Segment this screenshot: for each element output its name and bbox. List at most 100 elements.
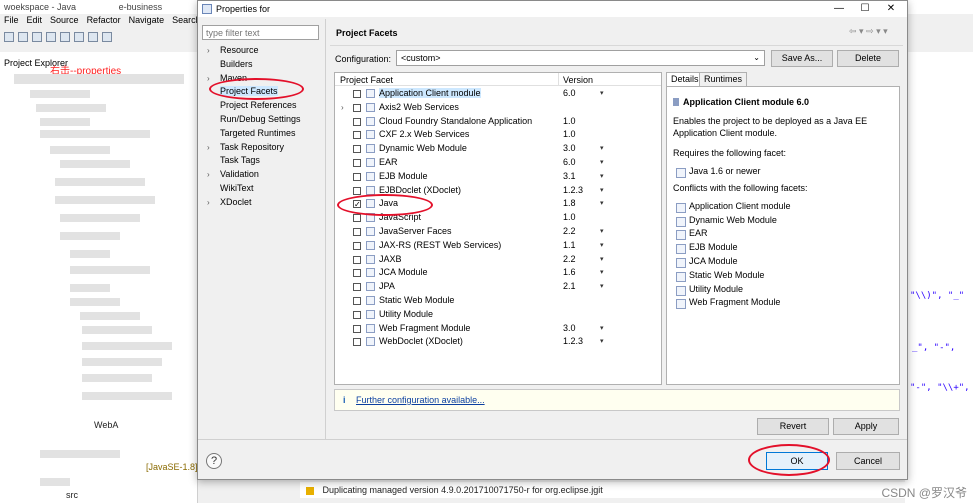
- version-dropdown-icon[interactable]: ▾: [600, 322, 604, 336]
- chevron-right-icon[interactable]: ›: [207, 44, 210, 58]
- cancel-button[interactable]: Cancel: [836, 452, 900, 470]
- facet-version[interactable]: 3.0: [563, 322, 576, 336]
- menu-navigate[interactable]: Navigate: [129, 15, 165, 27]
- facet-checkbox[interactable]: [353, 338, 361, 347]
- facet-version[interactable]: 1.6: [563, 266, 576, 280]
- filter-input[interactable]: [203, 26, 318, 39]
- facet-row[interactable]: Dynamic Web Module 3.0 ▾: [335, 142, 661, 156]
- version-dropdown-icon[interactable]: ▾: [600, 253, 604, 267]
- help-icon[interactable]: ?: [206, 453, 222, 469]
- facet-version[interactable]: 2.2: [563, 225, 576, 239]
- facet-version[interactable]: 3.0: [563, 142, 576, 156]
- version-dropdown-icon[interactable]: ▾: [600, 239, 604, 253]
- tab-details[interactable]: Details: [666, 72, 704, 86]
- column-divider[interactable]: [558, 73, 559, 86]
- facet-checkbox[interactable]: [353, 103, 361, 112]
- facet-row[interactable]: JAXB 2.2 ▾: [335, 253, 661, 267]
- version-dropdown-icon[interactable]: ▾: [600, 184, 604, 198]
- save-icon[interactable]: [18, 32, 28, 42]
- close-button[interactable]: ✕: [878, 1, 904, 17]
- configuration-select[interactable]: <custom> ⌄: [396, 50, 765, 66]
- facet-version[interactable]: 1.0: [563, 128, 576, 142]
- facet-checkbox[interactable]: [353, 297, 361, 305]
- menu-source[interactable]: Source: [50, 15, 79, 27]
- run-icon[interactable]: [74, 32, 84, 42]
- nav-item-task-repository[interactable]: › Task Repository: [202, 141, 322, 155]
- facet-checkbox[interactable]: [353, 241, 361, 250]
- facet-checkbox[interactable]: [353, 186, 361, 195]
- version-dropdown-icon[interactable]: ▾: [600, 170, 604, 184]
- debug-icon[interactable]: [60, 32, 70, 42]
- revert-button[interactable]: Revert: [757, 418, 829, 435]
- menu-refactor[interactable]: Refactor: [87, 15, 121, 27]
- facet-checkbox[interactable]: [353, 117, 361, 126]
- history-nav-icons[interactable]: ⇦ ▾ ⇨ ▾ ▾: [849, 26, 888, 37]
- facet-version[interactable]: 6.0: [563, 156, 576, 170]
- facet-row[interactable]: Application Client module 6.0 ▾: [335, 87, 661, 101]
- nav-item-wikitext[interactable]: WikiText: [202, 182, 322, 196]
- server-icon[interactable]: [88, 32, 98, 42]
- apply-button[interactable]: Apply: [833, 418, 899, 435]
- facet-checkbox[interactable]: [353, 145, 361, 154]
- chevron-right-icon[interactable]: ›: [207, 141, 210, 155]
- facet-checkbox[interactable]: [353, 324, 361, 333]
- facet-row[interactable]: Utility Module: [335, 308, 661, 322]
- stop-icon[interactable]: [102, 32, 112, 42]
- facet-row[interactable]: JavaServer Faces 2.2 ▾: [335, 225, 661, 239]
- facet-checkbox[interactable]: [353, 283, 361, 292]
- facet-checkbox[interactable]: [353, 131, 361, 140]
- facet-version[interactable]: 2.2: [563, 253, 576, 267]
- facet-row[interactable]: JCA Module 1.6 ▾: [335, 266, 661, 280]
- new-icon[interactable]: [4, 32, 14, 42]
- facet-version[interactable]: 1.0: [563, 211, 576, 225]
- menu-edit[interactable]: Edit: [27, 15, 43, 27]
- facet-row[interactable]: JAX-RS (REST Web Services) 1.1 ▾: [335, 239, 661, 253]
- column-project-facet[interactable]: Project Facet: [340, 75, 393, 85]
- menu-file[interactable]: File: [4, 15, 19, 27]
- version-dropdown-icon[interactable]: ▾: [600, 197, 604, 211]
- facet-checkbox[interactable]: [353, 90, 361, 98]
- facet-row[interactable]: Web Fragment Module 3.0 ▾: [335, 322, 661, 336]
- print-icon[interactable]: [32, 32, 42, 42]
- chevron-right-icon[interactable]: ›: [207, 168, 210, 182]
- version-dropdown-icon[interactable]: ▾: [600, 156, 604, 170]
- nav-item-xdoclet[interactable]: › XDoclet: [202, 196, 322, 210]
- facet-version[interactable]: 3.1: [563, 170, 576, 184]
- tree-item-src[interactable]: src: [66, 490, 78, 500]
- version-dropdown-icon[interactable]: ▾: [600, 87, 604, 101]
- facet-checkbox[interactable]: [353, 310, 361, 319]
- facet-version[interactable]: 1.2.3: [563, 184, 583, 198]
- delete-button[interactable]: Delete: [837, 50, 899, 67]
- facet-row[interactable]: CXF 2.x Web Services 1.0: [335, 128, 661, 142]
- nav-item-targeted-runtimes[interactable]: Targeted Runtimes: [202, 127, 322, 141]
- tree-item-weba[interactable]: WebA: [94, 420, 118, 430]
- facet-version[interactable]: 6.0: [563, 87, 576, 101]
- facet-row[interactable]: WebDoclet (XDoclet) 1.2.3 ▾: [335, 335, 661, 349]
- facet-row[interactable]: › Axis2 Web Services: [335, 101, 661, 115]
- chevron-right-icon[interactable]: ›: [207, 72, 210, 86]
- maximize-button[interactable]: ☐: [852, 1, 878, 17]
- facet-checkbox[interactable]: [353, 159, 361, 167]
- facet-checkbox[interactable]: [353, 255, 361, 264]
- facet-checkbox[interactable]: [353, 228, 361, 236]
- chevron-right-icon[interactable]: ›: [341, 101, 344, 115]
- version-dropdown-icon[interactable]: ▾: [600, 142, 604, 156]
- nav-item-run-debug-settings[interactable]: Run/Debug Settings: [202, 113, 322, 127]
- further-configuration-link[interactable]: Further configuration available...: [356, 395, 485, 405]
- facet-version[interactable]: 1.8: [563, 197, 576, 211]
- facet-checkbox[interactable]: [353, 172, 361, 181]
- facet-version[interactable]: 1.2.3: [563, 335, 583, 349]
- terminal-icon[interactable]: [46, 32, 56, 42]
- version-dropdown-icon[interactable]: ▾: [600, 225, 604, 239]
- facet-version[interactable]: 1.1: [563, 239, 576, 253]
- facet-version[interactable]: 1.0: [563, 115, 576, 129]
- nav-item-task-tags[interactable]: Task Tags: [202, 154, 322, 168]
- facet-row[interactable]: Cloud Foundry Standalone Application 1.0: [335, 115, 661, 129]
- version-dropdown-icon[interactable]: ▾: [600, 280, 604, 294]
- facet-row[interactable]: EJB Module 3.1 ▾: [335, 170, 661, 184]
- facet-row[interactable]: JPA 2.1 ▾: [335, 280, 661, 294]
- nav-item-resource[interactable]: › Resource: [202, 44, 322, 58]
- facet-row[interactable]: Static Web Module: [335, 294, 661, 308]
- filter-field[interactable]: [202, 25, 319, 40]
- chevron-right-icon[interactable]: ›: [207, 196, 210, 210]
